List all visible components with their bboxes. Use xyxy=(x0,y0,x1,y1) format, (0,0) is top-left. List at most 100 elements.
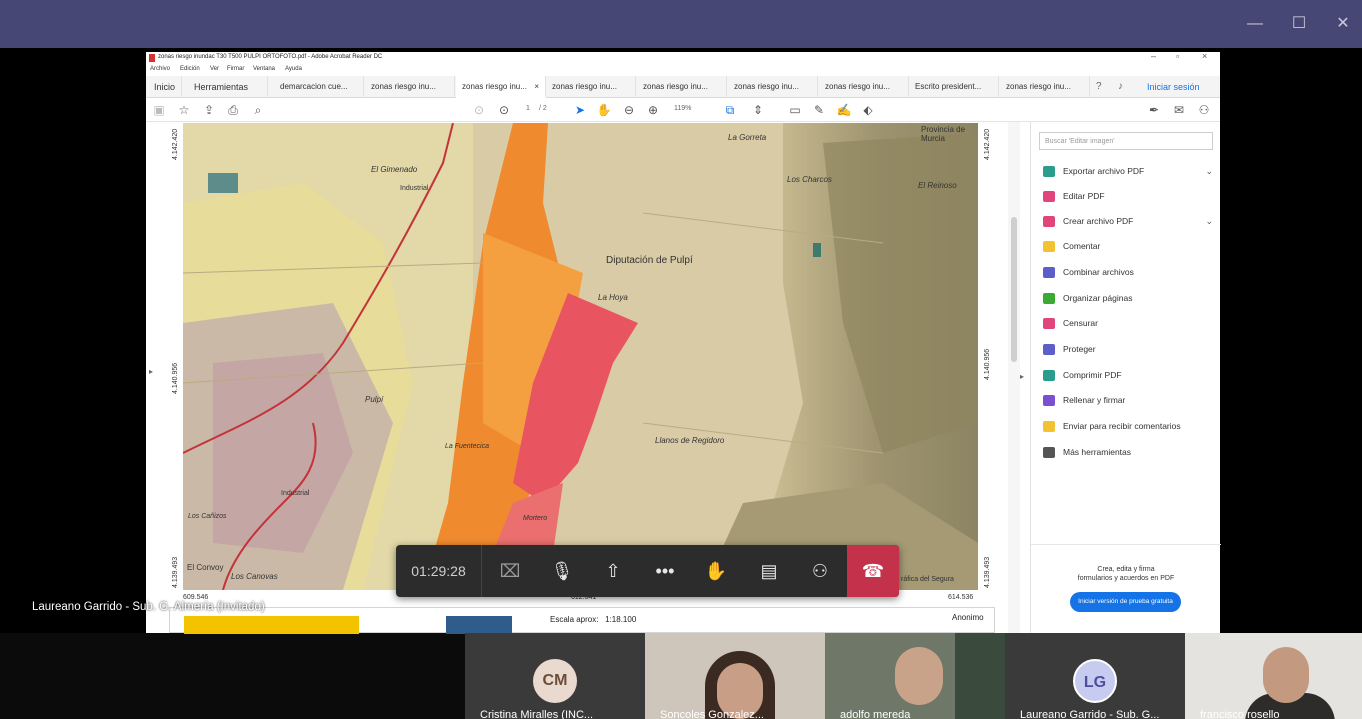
tool-label: Enviar para recibir comentarios xyxy=(1063,421,1181,431)
upload-icon[interactable]: ⇪ xyxy=(201,102,217,118)
tools-search-input[interactable]: Buscar 'Editar imagen' xyxy=(1039,132,1213,150)
zoom-level-select[interactable]: 119% xyxy=(674,105,691,112)
tab-document[interactable]: zonas riesgo inu... xyxy=(365,76,455,98)
participant-tile[interactable]: Soncoles Gonzalez... xyxy=(645,633,825,719)
zoom-search-icon[interactable]: ⌕ xyxy=(250,102,266,118)
select-cursor-icon[interactable]: ➤ xyxy=(572,102,588,118)
tab-inicio[interactable]: Inicio xyxy=(148,76,182,98)
participant-tile[interactable]: adolfo mereda xyxy=(825,633,1005,719)
map-label: Industrial xyxy=(281,490,310,497)
menu-ventana[interactable]: Ventana xyxy=(253,66,275,72)
tool-protect[interactable]: Proteger xyxy=(1043,340,1213,358)
map-author: Anonimo xyxy=(952,613,984,622)
scrollbar-thumb[interactable] xyxy=(1011,217,1017,362)
close-button[interactable]: ✕ xyxy=(1328,10,1358,38)
highlight-icon[interactable]: ✎ xyxy=(811,102,827,118)
participant-face xyxy=(1263,647,1309,703)
help-icon[interactable]: ? xyxy=(1096,81,1102,92)
page-total: / 2 xyxy=(539,105,547,112)
tool-fill-sign[interactable]: Rellenar y firmar xyxy=(1043,391,1213,409)
zoom-out-icon[interactable]: ⊖ xyxy=(621,102,637,118)
tool-redact[interactable]: Censurar xyxy=(1043,314,1213,332)
tool-organize[interactable]: Organizar páginas xyxy=(1043,289,1213,307)
chevron-down-icon[interactable]: ⌄ xyxy=(1205,212,1213,230)
tab-document[interactable]: zonas riesgo inu... xyxy=(819,76,909,98)
raise-hand-icon[interactable]: ✋ xyxy=(690,545,742,597)
maximize-button[interactable]: ☐ xyxy=(1284,10,1314,38)
map-label: La Hoya xyxy=(598,293,628,302)
participant-tile[interactable]: CM Cristina Miralles (INC... xyxy=(465,633,645,719)
tab-document[interactable]: Escrito president... xyxy=(909,76,999,98)
tool-comment[interactable]: Comentar xyxy=(1043,237,1213,255)
tab-document-active[interactable]: zonas riesgo inu... × xyxy=(456,76,546,98)
tab-document[interactable]: zonas riesgo inu... xyxy=(728,76,818,98)
start-trial-button[interactable]: Iniciar versión de prueba gratuita xyxy=(1070,592,1181,612)
share-screen-icon[interactable]: ⇧ xyxy=(587,545,639,597)
tab-document[interactable]: zonas riesgo inu... xyxy=(546,76,636,98)
tool-compress[interactable]: Comprimir PDF xyxy=(1043,366,1213,384)
share-user-icon[interactable]: ⚇ xyxy=(1196,102,1212,118)
close-tab-icon[interactable]: × xyxy=(534,76,539,98)
export-pdf-icon xyxy=(1043,166,1055,177)
mail-icon[interactable]: ✉ xyxy=(1171,102,1187,118)
star-icon[interactable]: ☆ xyxy=(176,102,192,118)
menu-ver[interactable]: Ver xyxy=(210,66,219,72)
acrobat-maximize-icon[interactable]: ▫ xyxy=(1176,51,1179,61)
sign-icon[interactable]: ✒ xyxy=(1146,102,1162,118)
tool-send-for-comments[interactable]: Enviar para recibir comentarios xyxy=(1043,417,1213,435)
tool-export-pdf[interactable]: Exportar archivo PDF ⌄ xyxy=(1043,162,1213,180)
minimize-button[interactable]: — xyxy=(1240,10,1270,38)
tool-create-pdf[interactable]: Crear archivo PDF ⌄ xyxy=(1043,212,1213,230)
page-number-input[interactable]: 1 xyxy=(526,105,530,112)
page-view-icon[interactable]: ⧉ xyxy=(722,102,738,118)
signin-link[interactable]: Iniciar sesión xyxy=(1147,82,1200,92)
menu-firmar[interactable]: Firmar xyxy=(227,66,244,72)
tab-document[interactable]: zonas riesgo inu... xyxy=(637,76,727,98)
tab-document[interactable]: zonas riesgo inu... xyxy=(1000,76,1090,98)
acrobat-minimize-icon[interactable]: – xyxy=(1151,51,1156,61)
chevron-down-icon[interactable]: ⌄ xyxy=(1205,162,1213,180)
bell-icon[interactable]: ♪ xyxy=(1118,81,1123,92)
comment-icon[interactable]: ▭ xyxy=(787,102,803,118)
map-label: Pulpí xyxy=(365,395,384,404)
zoom-in-icon[interactable]: ⊕ xyxy=(645,102,661,118)
tag-icon[interactable]: ⬖ xyxy=(860,102,876,118)
tool-edit-pdf[interactable]: Editar PDF xyxy=(1043,187,1213,205)
map-label: Los Charcos xyxy=(787,175,832,184)
tab-document[interactable]: demarcacion cue... xyxy=(274,76,364,98)
next-page-icon[interactable]: ⊙ xyxy=(496,102,512,118)
camera-off-icon[interactable]: ⌧ xyxy=(484,545,536,597)
tool-more[interactable]: Más herramientas xyxy=(1043,443,1213,461)
menu-archivo[interactable]: Archivo xyxy=(150,66,170,72)
map-label: Industrial xyxy=(400,185,429,192)
mic-muted-icon[interactable]: 🎙 xyxy=(536,545,588,597)
participant-tile[interactable]: francisco rosello xyxy=(1185,633,1362,719)
map-label: Los Cañizos xyxy=(188,513,227,520)
acrobat-close-icon[interactable]: × xyxy=(1202,51,1207,61)
print-icon[interactable]: ⎙ xyxy=(225,102,241,118)
participants-icon[interactable]: ⚇ xyxy=(794,545,846,597)
hang-up-button[interactable]: ☎ xyxy=(847,545,899,597)
tab-herramientas[interactable]: Herramientas xyxy=(188,76,268,98)
scroll-mode-icon[interactable]: ⇕ xyxy=(750,102,766,118)
send-comments-icon xyxy=(1043,421,1055,432)
participant-name: Laureano Garrido - Sub. G... xyxy=(1020,709,1160,719)
tool-combine[interactable]: Combinar archivos xyxy=(1043,263,1213,281)
more-actions-icon[interactable]: ••• xyxy=(639,545,691,597)
participant-tile[interactable]: LG Laureano Garrido - Sub. G... xyxy=(1005,633,1185,719)
prev-page-icon[interactable]: ⊙ xyxy=(471,102,487,118)
edit-pdf-icon xyxy=(1043,191,1055,202)
panel-collapse-arrow-icon[interactable]: ▸ xyxy=(1020,372,1024,381)
menu-ayuda[interactable]: Ayuda xyxy=(285,66,302,72)
shield-icon xyxy=(1043,344,1055,355)
map-label: Mortero xyxy=(523,515,548,522)
left-collapse-arrow-icon[interactable]: ▸ xyxy=(149,367,153,376)
hand-tool-icon[interactable]: ✋ xyxy=(596,102,612,118)
draw-icon[interactable]: ✍ xyxy=(836,102,852,118)
map-label: Los Canovas xyxy=(231,572,278,581)
document-scrollbar[interactable] xyxy=(1008,122,1020,633)
save-icon[interactable]: ▣ xyxy=(151,102,167,118)
tool-label: Más herramientas xyxy=(1063,447,1132,457)
chat-icon[interactable]: ▤ xyxy=(743,545,795,597)
menu-edicion[interactable]: Edición xyxy=(180,66,200,72)
